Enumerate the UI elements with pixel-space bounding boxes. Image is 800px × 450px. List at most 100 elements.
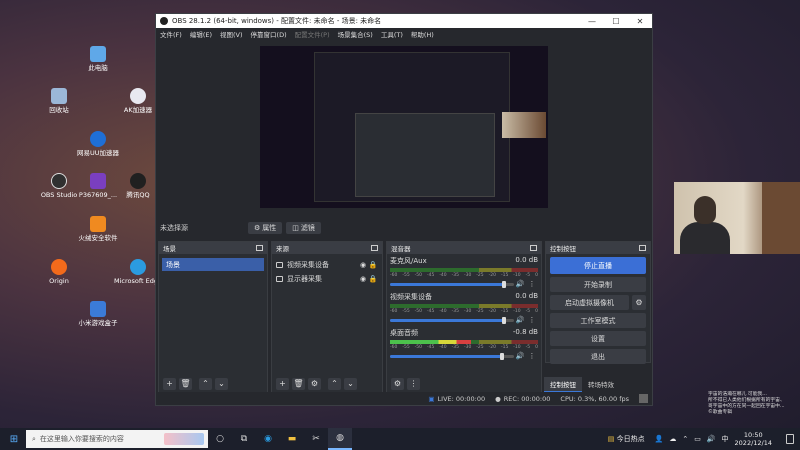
tick-label: -60 [390,345,398,350]
desktop-icon-origin[interactable]: Origin [32,259,86,285]
desktop-icon-this-pc[interactable]: 此电脑 [71,46,125,72]
controls-header: 控制按钮 [550,245,576,253]
source-properties-button[interactable]: ⚙ [308,378,321,390]
source-toolbar: 未选择源 ⚙ 属性 ◫ 滤镜 [156,220,652,236]
obs-taskbar-icon[interactable]: ◍ [328,428,352,450]
add-source-button[interactable]: + [276,378,289,390]
maximize-icon[interactable]: ☐ [604,17,628,26]
obs-titlebar[interactable]: OBS 28.1.2 (64-bit, windows) - 配置文件: 未命名… [156,14,652,28]
menu-scene-collection[interactable]: 场景集合(S) [338,29,373,39]
channel-db: 0.0 dB [515,292,538,300]
menu-help[interactable]: 帮助(H) [411,29,434,39]
slider-handle[interactable] [502,316,507,324]
remove-scene-button[interactable]: 🗑 [179,378,192,390]
tray-people-icon[interactable]: 👤 [655,435,664,443]
menu-bar: 文件(F) 编辑(E) 视图(V) 停靠窗口(D) 配置文件(P) 场景集合(S… [156,28,652,40]
exit-button[interactable]: 退出 [550,349,646,364]
tab-transitions[interactable]: 转场特效 [582,377,620,392]
tray-network-icon[interactable]: ▭ [694,435,701,443]
menu-edit[interactable]: 编辑(E) [190,29,212,39]
undock-icon[interactable] [639,245,646,251]
move-down-button[interactable]: ⌄ [215,378,228,390]
mixer-menu-icon[interactable]: ⋮ [407,378,420,390]
speaker-icon[interactable]: 🔊 [514,352,526,360]
desktop-icon-xiaomi[interactable]: 小米游戏盒子 [71,301,125,327]
channel-menu-icon[interactable]: ⋮ [526,352,538,360]
channel-db: 0.0 dB [515,256,538,264]
purple-file-icon [90,173,106,189]
menu-file[interactable]: 文件(F) [160,29,182,39]
slider-handle[interactable] [499,352,504,360]
settings-button[interactable]: 设置 [550,331,646,346]
tick-label: -50 [414,273,423,278]
minimize-icon[interactable]: — [580,17,604,26]
advanced-audio-icon[interactable]: ⚙ [391,378,404,390]
menu-profile[interactable]: 配置文件(P) [295,29,330,39]
channel-name: 桌面音频 [390,329,418,337]
desktop-icon-huorong[interactable]: 火绒安全软件 [71,216,125,242]
move-up-button[interactable]: ⌃ [328,378,341,390]
tick-label: -55 [402,309,410,314]
volume-slider[interactable] [390,316,514,324]
menu-docks[interactable]: 停靠窗口(D) [251,29,287,39]
notification-icon[interactable] [786,434,794,444]
windows-start-icon[interactable]: ⊞ [4,428,24,450]
capcut-icon[interactable]: ✂ [304,428,328,450]
speaker-icon[interactable]: 🔊 [514,316,526,324]
tick-label: -10 [513,309,521,314]
desktop-icon-recycle-bin[interactable]: 回收站 [32,88,86,114]
camera-icon [276,262,283,268]
undock-icon[interactable] [256,245,263,251]
desktop-icon-uu[interactable]: 网易UU加速器 [71,131,125,157]
virtual-camera-settings-gear-icon[interactable]: ⚙ [632,295,646,310]
preview-canvas[interactable] [260,46,548,208]
tick-label: -30 [463,273,472,278]
properties-button[interactable]: ⚙ 属性 [248,222,283,234]
huorong-icon [90,216,106,232]
close-icon[interactable]: ✕ [628,17,652,26]
move-up-button[interactable]: ⌃ [199,378,212,390]
add-scene-button[interactable]: + [163,378,176,390]
channel-menu-icon[interactable]: ⋮ [526,280,538,288]
volume-meter [390,268,538,272]
file-explorer-icon[interactable]: ▬ [280,428,304,450]
tick-label: -25 [476,345,484,350]
news-widget[interactable]: ▤ 今日热点 [608,434,645,444]
task-view-icon[interactable]: ⧉ [232,428,256,450]
tray-chevron-up-icon[interactable]: ⌃ [682,435,688,443]
source-list-item[interactable]: 显示器采集 ◉ 🔒 [272,272,382,286]
slider-handle[interactable] [502,280,507,288]
volume-slider[interactable] [390,352,514,360]
speaker-icon[interactable]: 🔊 [514,280,526,288]
filters-button[interactable]: ◫ 滤镜 [286,222,321,234]
scene-list-item[interactable]: 场景 [162,258,264,271]
lock-icon[interactable]: 🔒 [368,275,378,283]
studio-mode-button[interactable]: 工作室模式 [550,313,646,328]
rec-time: REC: 00:00:00 [503,394,551,403]
taskbar-clock[interactable]: 10:50 2022/12/14 [735,431,772,447]
undock-icon[interactable] [530,245,537,251]
start-virtual-camera-button[interactable]: 启动虚拟摄像机 [550,295,629,310]
undock-icon[interactable] [371,245,378,251]
visibility-eye-icon[interactable]: ◉ [358,261,368,269]
lock-icon[interactable]: 🔒 [368,261,378,269]
menu-view[interactable]: 视图(V) [220,29,243,39]
tab-controls[interactable]: 控制按钮 [544,377,582,392]
visibility-eye-icon[interactable]: ◉ [358,275,368,283]
taskbar-search-box[interactable]: ⌕ 在这里输入你要搜索的内容 [26,430,208,448]
channel-menu-icon[interactable]: ⋮ [526,316,538,324]
tray-cloud-icon[interactable]: ☁ [669,435,676,443]
remove-source-button[interactable]: 🗑 [292,378,305,390]
tray-ime-icon[interactable]: 中 [722,434,729,444]
menu-tools[interactable]: 工具(T) [381,29,403,39]
status-square-icon [639,394,648,403]
source-list-item[interactable]: 视频采集设备 ◉ 🔒 [272,258,382,272]
tray-volume-icon[interactable]: 🔊 [707,435,716,443]
cortana-icon[interactable]: ○ [208,428,232,450]
start-recording-button[interactable]: 开始录制 [550,277,646,292]
volume-slider[interactable] [390,280,514,288]
tick-label: -15 [500,309,509,314]
edge-taskbar-icon[interactable]: ◉ [256,428,280,450]
move-down-button[interactable]: ⌄ [344,378,357,390]
stop-streaming-button[interactable]: 停止直播 [550,257,646,274]
